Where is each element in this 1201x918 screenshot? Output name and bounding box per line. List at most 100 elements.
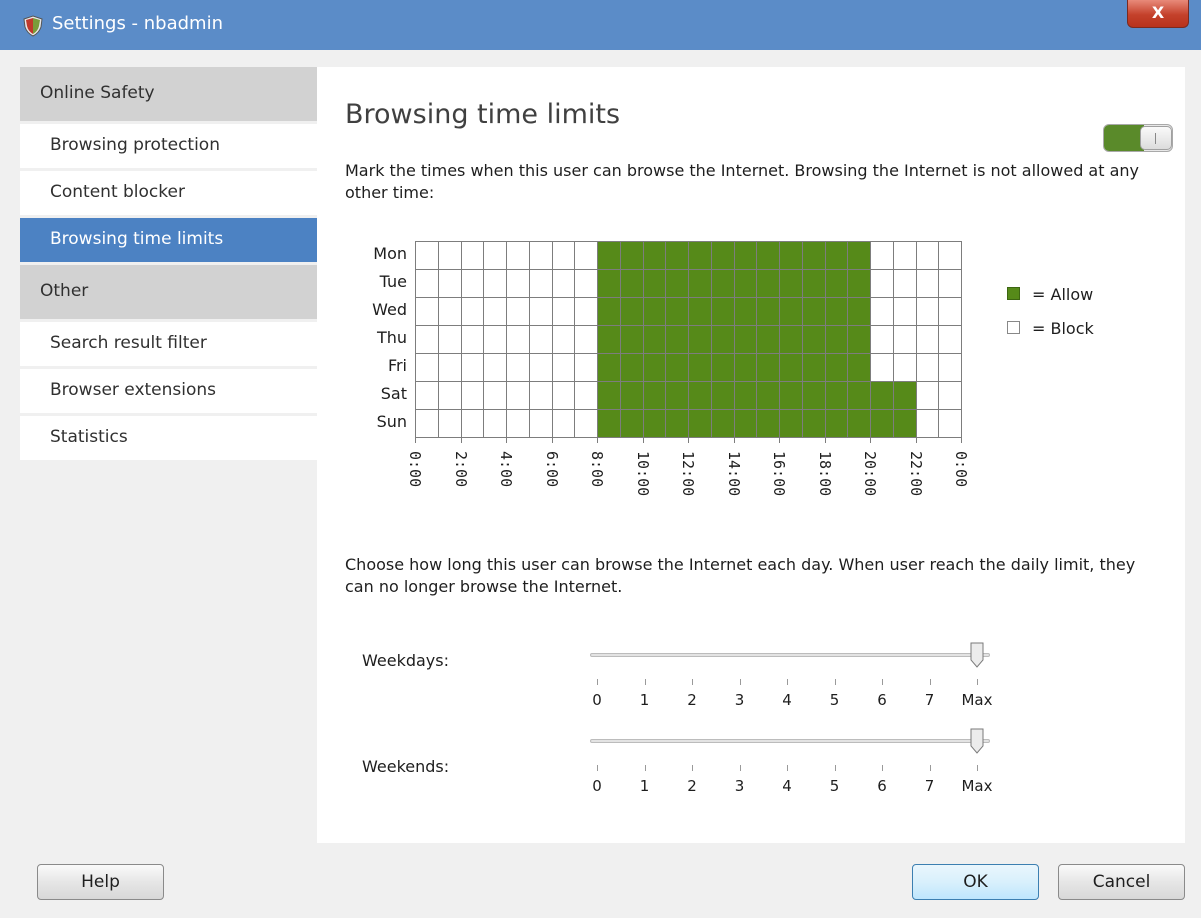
schedule-cell-sat-12[interactable]	[688, 381, 712, 410]
schedule-cell-wed-0[interactable]	[415, 297, 439, 326]
schedule-cell-mon-23[interactable]	[938, 241, 962, 270]
schedule-cell-sat-3[interactable]	[483, 381, 507, 410]
schedule-cell-sun-5[interactable]	[528, 409, 553, 438]
schedule-cell-wed-21[interactable]	[892, 297, 917, 326]
schedule-cell-mon-18[interactable]	[824, 241, 849, 270]
schedule-cell-thu-11[interactable]	[665, 325, 689, 354]
schedule-cell-sun-11[interactable]	[665, 409, 689, 438]
schedule-cell-fri-9[interactable]	[619, 353, 644, 382]
schedule-cell-wed-12[interactable]	[688, 297, 712, 326]
schedule-cell-wed-2[interactable]	[460, 297, 485, 326]
schedule-cell-fri-1[interactable]	[437, 353, 462, 382]
schedule-cell-wed-8[interactable]	[597, 297, 621, 326]
schedule-cell-thu-16[interactable]	[779, 325, 803, 354]
schedule-cell-thu-17[interactable]	[801, 325, 826, 354]
schedule-cell-sat-18[interactable]	[824, 381, 849, 410]
schedule-cell-mon-20[interactable]	[870, 241, 894, 270]
schedule-cell-sat-11[interactable]	[665, 381, 689, 410]
schedule-cell-tue-4[interactable]	[506, 269, 530, 298]
help-button[interactable]: Help	[37, 864, 164, 900]
weekends-slider-thumb[interactable]	[970, 728, 984, 754]
schedule-cell-wed-22[interactable]	[915, 297, 940, 326]
schedule-cell-fri-15[interactable]	[756, 353, 780, 382]
schedule-cell-sun-9[interactable]	[619, 409, 644, 438]
schedule-cell-wed-10[interactable]	[642, 297, 667, 326]
schedule-cell-wed-16[interactable]	[779, 297, 803, 326]
schedule-cell-tue-3[interactable]	[483, 269, 507, 298]
schedule-cell-thu-7[interactable]	[574, 325, 598, 354]
schedule-cell-tue-6[interactable]	[551, 269, 576, 298]
weekends-slider-track[interactable]	[590, 739, 990, 743]
schedule-cell-sat-0[interactable]	[415, 381, 439, 410]
schedule-cell-wed-11[interactable]	[665, 297, 689, 326]
schedule-cell-thu-4[interactable]	[506, 325, 530, 354]
schedule-cell-fri-8[interactable]	[597, 353, 621, 382]
schedule-cell-sat-14[interactable]	[733, 381, 758, 410]
schedule-cell-fri-7[interactable]	[574, 353, 598, 382]
schedule-cell-sat-20[interactable]	[870, 381, 894, 410]
schedule-cell-fri-21[interactable]	[892, 353, 917, 382]
schedule-cell-thu-21[interactable]	[892, 325, 917, 354]
schedule-cell-mon-0[interactable]	[415, 241, 439, 270]
schedule-cell-tue-20[interactable]	[870, 269, 894, 298]
schedule-cell-thu-1[interactable]	[437, 325, 462, 354]
schedule-cell-sun-20[interactable]	[870, 409, 894, 438]
schedule-cell-fri-14[interactable]	[733, 353, 758, 382]
schedule-cell-sat-15[interactable]	[756, 381, 780, 410]
schedule-cell-sun-15[interactable]	[756, 409, 780, 438]
schedule-cell-tue-10[interactable]	[642, 269, 667, 298]
schedule-cell-fri-4[interactable]	[506, 353, 530, 382]
schedule-cell-sun-2[interactable]	[460, 409, 485, 438]
schedule-cell-tue-7[interactable]	[574, 269, 598, 298]
schedule-cell-sun-4[interactable]	[506, 409, 530, 438]
schedule-cell-sun-23[interactable]	[938, 409, 962, 438]
schedule-cell-mon-4[interactable]	[506, 241, 530, 270]
schedule-cell-thu-9[interactable]	[619, 325, 644, 354]
schedule-cell-sun-1[interactable]	[437, 409, 462, 438]
schedule-cell-mon-5[interactable]	[528, 241, 553, 270]
schedule-cell-wed-20[interactable]	[870, 297, 894, 326]
schedule-cell-sat-5[interactable]	[528, 381, 553, 410]
schedule-cell-thu-19[interactable]	[847, 325, 871, 354]
schedule-cell-sun-10[interactable]	[642, 409, 667, 438]
schedule-cell-mon-2[interactable]	[460, 241, 485, 270]
close-button[interactable]: X	[1127, 0, 1189, 28]
schedule-cell-thu-22[interactable]	[915, 325, 940, 354]
schedule-cell-thu-5[interactable]	[528, 325, 553, 354]
schedule-cell-fri-0[interactable]	[415, 353, 439, 382]
schedule-cell-tue-8[interactable]	[597, 269, 621, 298]
ok-button[interactable]: OK	[912, 864, 1039, 900]
schedule-cell-sat-9[interactable]	[619, 381, 644, 410]
schedule-cell-tue-14[interactable]	[733, 269, 758, 298]
schedule-cell-mon-19[interactable]	[847, 241, 871, 270]
schedule-cell-wed-7[interactable]	[574, 297, 598, 326]
schedule-cell-tue-16[interactable]	[779, 269, 803, 298]
schedule-cell-fri-20[interactable]	[870, 353, 894, 382]
schedule-cell-tue-13[interactable]	[710, 269, 735, 298]
schedule-cell-mon-12[interactable]	[688, 241, 712, 270]
schedule-cell-tue-1[interactable]	[437, 269, 462, 298]
schedule-cell-wed-9[interactable]	[619, 297, 644, 326]
schedule-cell-sat-2[interactable]	[460, 381, 485, 410]
schedule-cell-thu-12[interactable]	[688, 325, 712, 354]
schedule-cell-wed-18[interactable]	[824, 297, 849, 326]
schedule-cell-sun-7[interactable]	[574, 409, 598, 438]
schedule-cell-sun-22[interactable]	[915, 409, 940, 438]
schedule-cell-mon-1[interactable]	[437, 241, 462, 270]
schedule-cell-sun-0[interactable]	[415, 409, 439, 438]
schedule-cell-sat-7[interactable]	[574, 381, 598, 410]
schedule-cell-sun-13[interactable]	[710, 409, 735, 438]
schedule-cell-tue-18[interactable]	[824, 269, 849, 298]
schedule-cell-sun-6[interactable]	[551, 409, 576, 438]
weekdays-slider-thumb[interactable]	[970, 642, 984, 668]
sidebar-item-browser-extensions[interactable]: Browser extensions	[20, 369, 317, 413]
schedule-cell-sun-8[interactable]	[597, 409, 621, 438]
schedule-cell-sat-4[interactable]	[506, 381, 530, 410]
schedule-cell-fri-2[interactable]	[460, 353, 485, 382]
schedule-cell-tue-22[interactable]	[915, 269, 940, 298]
schedule-cell-sat-19[interactable]	[847, 381, 871, 410]
feature-toggle[interactable]	[1103, 124, 1173, 152]
schedule-cell-fri-10[interactable]	[642, 353, 667, 382]
schedule-cell-mon-13[interactable]	[710, 241, 735, 270]
schedule-cell-thu-8[interactable]	[597, 325, 621, 354]
